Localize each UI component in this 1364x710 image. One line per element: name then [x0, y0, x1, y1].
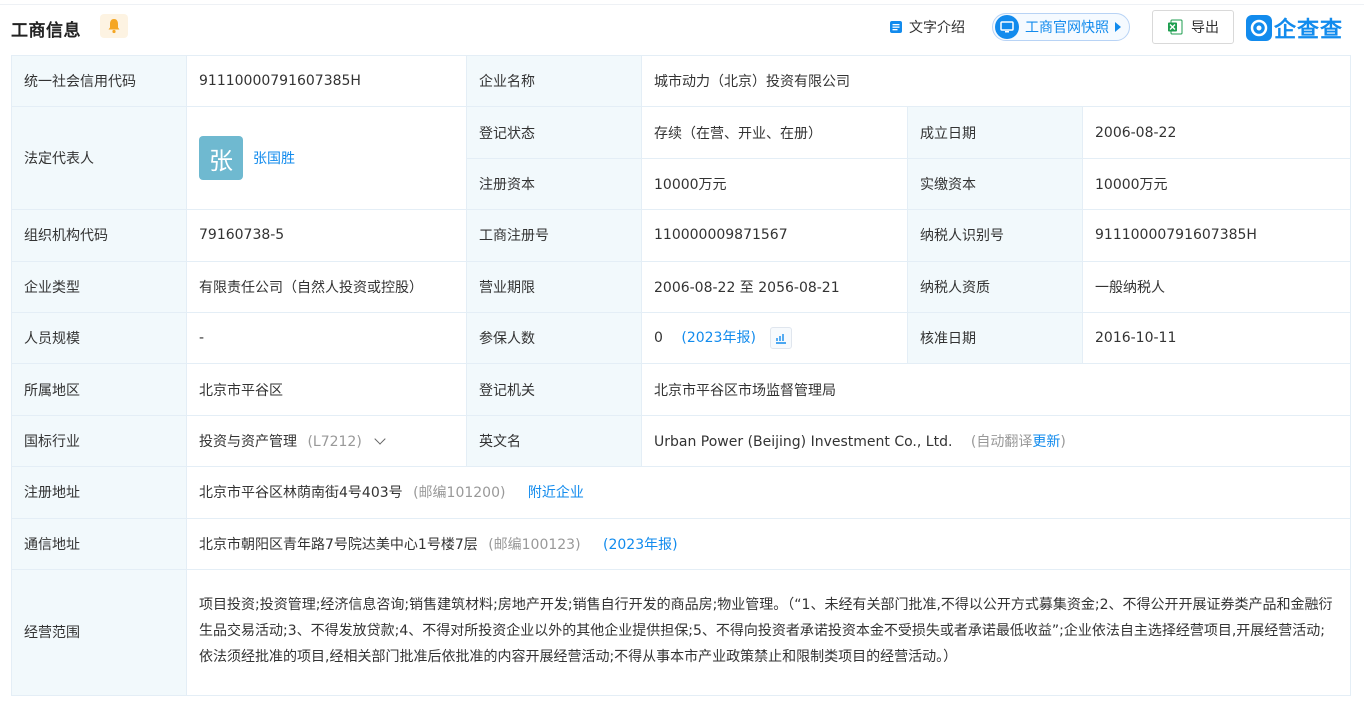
logo-mark-icon: [1246, 15, 1272, 41]
nearby-companies-link[interactable]: 附近企业: [528, 485, 584, 501]
mail-address-value: 北京市朝阳区青年路7号院达美中心1号楼7层: [199, 536, 478, 553]
export-button[interactable]: 导出: [1152, 10, 1234, 44]
monitor-icon: [995, 15, 1019, 39]
english-name-label: 英文名: [466, 414, 642, 468]
reg-authority-value: 北京市平谷区市场监督管理局: [640, 363, 1352, 416]
org-code-label: 组织机构代码: [11, 209, 187, 262]
avatar[interactable]: 张: [199, 136, 243, 181]
company-name-label: 企业名称: [466, 54, 642, 108]
paid-capital-label: 实缴资本: [907, 157, 1083, 211]
bell-icon[interactable]: [100, 14, 128, 38]
auto-translate-note: (自动翻译: [970, 433, 1033, 450]
taxpayer-qual-value: 一般纳税人: [1081, 260, 1352, 313]
trend-chart-icon[interactable]: [770, 327, 793, 350]
insured-report-link[interactable]: (2023年报): [681, 330, 756, 346]
insured-label: 参保人数: [466, 311, 642, 365]
reg-address-label: 注册地址: [11, 466, 187, 519]
play-arrow-icon: [1115, 22, 1121, 32]
table-row: 法定代表人 张 张国胜 登记状态 存续（在营、开业、在册） 成立日期 2006-…: [11, 106, 1352, 211]
table-row: 所属地区 北京市平谷区 登记机关 北京市平谷区市场监督管理局: [11, 363, 1352, 416]
biz-reg-no-value: 110000009871567: [641, 209, 908, 262]
founded-label: 成立日期: [907, 106, 1083, 159]
founded-value: 2006-08-22: [1081, 106, 1352, 159]
table-row: 注册地址 北京市平谷区林荫南街4号403号 (邮编101200) 附近企业: [11, 466, 1352, 519]
table-row: 国标行业 投资与资产管理 (L7212) 英文名 Urban Power (Be…: [11, 414, 1352, 468]
staff-size-value: -: [186, 311, 467, 365]
org-code-value: 79160738-5: [186, 209, 467, 262]
reg-capital-label: 注册资本: [466, 157, 642, 211]
approval-date-value: 2016-10-11: [1081, 311, 1352, 365]
table-row: 通信地址 北京市朝阳区青年路7号院达美中心1号楼7层 (邮编100123) (2…: [11, 517, 1352, 570]
reg-postcode: (邮编101200): [413, 485, 506, 502]
mail-report-link[interactable]: (2023年报): [603, 537, 678, 553]
legal-rep-label: 法定代表人: [11, 106, 187, 211]
header-divider: [0, 4, 1364, 5]
company-type-label: 企业类型: [11, 260, 187, 313]
insured-cell: 0 (2023年报): [641, 311, 908, 365]
table-row: 经营范围 项目投资;投资管理;经济信息咨询;销售建筑材料;房地产开发;销售自行开…: [11, 568, 1352, 696]
insured-value: 0: [654, 330, 663, 347]
approval-date-label: 核准日期: [907, 311, 1083, 365]
paid-capital-value: 10000万元: [1081, 157, 1352, 211]
reg-status-value: 存续（在营、开业、在册）: [641, 106, 908, 159]
staff-size-label: 人员规模: [11, 311, 187, 365]
mail-postcode: (邮编100123): [488, 536, 581, 553]
biz-term-value: 2006-08-22 至 2056-08-21: [641, 260, 908, 313]
table-row: 组织机构代码 79160738-5 工商注册号 110000009871567 …: [11, 209, 1352, 262]
close-paren: ): [1060, 433, 1066, 450]
business-info-table: 统一社会信用代码 91110000791607385H 企业名称 城市动力（北京…: [11, 54, 1352, 696]
taxpayer-id-label: 纳税人识别号: [907, 209, 1083, 262]
mail-address-cell: 北京市朝阳区青年路7号院达美中心1号楼7层 (邮编100123) (2023年报…: [185, 517, 1352, 570]
scope-value: 项目投资;投资管理;经济信息咨询;销售建筑材料;房地产开发;销售自行开发的商品房…: [185, 568, 1352, 696]
table-row: 人员规模 - 参保人数 0 (2023年报) 核准日期 2016-10-11: [11, 311, 1352, 365]
chevron-down-icon[interactable]: [374, 433, 386, 445]
company-type-value: 有限责任公司（自然人投资或控股）: [186, 260, 467, 313]
qichacha-logo: 企查查: [1246, 12, 1343, 44]
taxpayer-id-value: 91110000791607385H: [1081, 209, 1352, 262]
export-label: 导出: [1191, 20, 1219, 36]
reg-capital-value: 10000万元: [641, 157, 908, 211]
english-name-cell: Urban Power (Beijing) Investment Co., Lt…: [640, 414, 1352, 468]
reg-authority-label: 登记机关: [466, 363, 642, 416]
official-snapshot-button[interactable]: 工商官网快照: [992, 13, 1130, 41]
snapshot-label: 工商官网快照: [1025, 20, 1109, 36]
industry-cell[interactable]: 投资与资产管理 (L7212): [186, 414, 467, 468]
table-row: 统一社会信用代码 91110000791607385H 企业名称 城市动力（北京…: [11, 54, 1352, 108]
reg-address-value: 北京市平谷区林荫南街4号403号: [199, 485, 403, 502]
legal-rep-cell: 张 张国胜: [186, 106, 467, 211]
industry-label: 国标行业: [11, 414, 187, 468]
logo-text: 企查查: [1274, 18, 1344, 43]
biz-term-label: 营业期限: [466, 260, 642, 313]
excel-icon: [1168, 19, 1183, 35]
taxpayer-qual-label: 纳税人资质: [907, 260, 1083, 313]
company-name-value: 城市动力（北京）投资有限公司: [640, 54, 1352, 108]
credit-code-value: 91110000791607385H: [186, 54, 467, 108]
reg-address-cell: 北京市平谷区林荫南街4号403号 (邮编101200) 附近企业: [185, 466, 1352, 519]
section-title: 工商信息: [11, 21, 81, 41]
text-intro-label: 文字介绍: [909, 20, 965, 36]
industry-code: (L7212): [307, 433, 362, 450]
english-name-value: Urban Power (Beijing) Investment Co., Lt…: [654, 433, 953, 450]
text-intro-button[interactable]: 文字介绍: [889, 17, 965, 37]
section-header: 工商信息 文字介绍 工商官网快照 导出 企查查: [0, 0, 1364, 54]
legal-rep-link[interactable]: 张国胜: [253, 148, 295, 168]
table-row: 企业类型 有限责任公司（自然人投资或控股） 营业期限 2006-08-22 至 …: [11, 260, 1352, 313]
credit-code-label: 统一社会信用代码: [11, 54, 187, 108]
document-icon: [890, 21, 902, 33]
industry-value: 投资与资产管理: [199, 433, 297, 450]
reg-status-label: 登记状态: [466, 106, 642, 159]
mail-address-label: 通信地址: [11, 517, 187, 570]
scope-label: 经营范围: [11, 568, 187, 696]
region-label: 所属地区: [11, 363, 187, 416]
biz-reg-no-label: 工商注册号: [466, 209, 642, 262]
region-value: 北京市平谷区: [186, 363, 467, 416]
update-link[interactable]: 更新: [1032, 434, 1060, 450]
